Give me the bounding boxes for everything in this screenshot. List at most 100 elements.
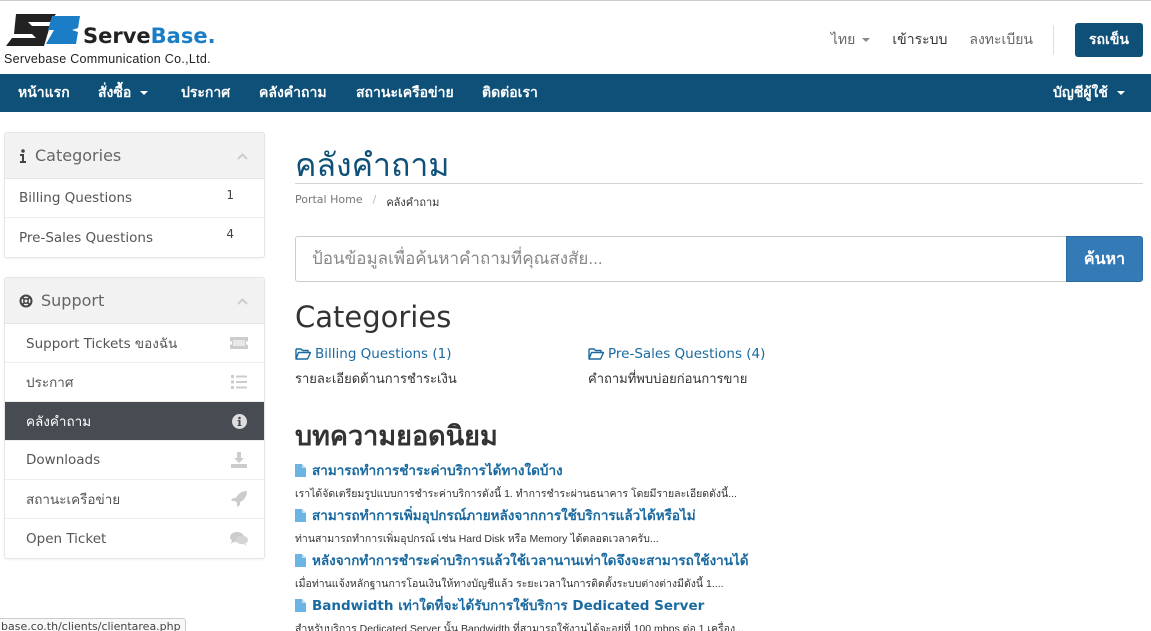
article-title: Bandwidth เท่าใดที่จะได้รับการใช้บริการ … [312,598,705,614]
caret-down-icon [140,91,149,95]
breadcrumb-home[interactable]: Portal Home [295,193,363,211]
rocket-icon [230,491,248,507]
support-item-label: Support Tickets ของฉัน [26,336,178,352]
login-link[interactable]: เข้าระบบ [892,29,947,51]
category-link-billing[interactable]: Billing Questions (1) [295,346,452,362]
support-item-label: คลังคำถาม [26,414,92,430]
article-item: หลังจากทำการชำระค่าบริการแล้วใช้เวลานานเ… [295,549,1143,592]
article-item: สามารถทำการเพิ่มอุปกรณ์ภายหลังจากการใช้บ… [295,504,1143,547]
list-icon [230,374,248,390]
support-item-label: สถานะเครือข่าย [26,492,121,508]
support-item-knowledgebase[interactable]: คลังคำถาม [5,402,264,441]
chevron-up-icon[interactable] [237,296,248,307]
nav-announcements-label: ประกาศ [181,84,231,100]
category-item-label: Pre-Sales Questions [19,229,153,246]
category-description: คำถามที่พบบ่อยก่อนการขาย [588,371,748,386]
article-link[interactable]: หลังจากทำการชำระค่าบริการแล้วใช้เวลานานเ… [295,549,1143,571]
support-item-label: ประกาศ [26,375,74,391]
nav-order-label: สั่งซื้อ [98,84,132,100]
category-description: รายละเอียดด้านการชำระเงิน [295,371,457,386]
comments-icon [230,530,248,546]
support-item-downloads[interactable]: Downloads [5,441,264,480]
nav-order[interactable]: สั่งซื้อ [98,74,149,112]
file-icon [295,463,306,477]
header-divider [1053,25,1054,55]
search-input[interactable] [295,236,1066,282]
article-link[interactable]: สามารถทำการชำระค่าบริการได้ทางใดบ้าง [295,459,1143,481]
file-icon [295,508,306,522]
popular-articles-heading: บทความยอดนิยม [295,421,498,452]
servebase-logo-icon [6,14,80,46]
brand-name: ServeBase. [83,24,216,48]
article-snippet: เราได้จัดเตรียมรูปแบบการชำระค่าบริการดัง… [295,488,737,500]
support-item-label: Open Ticket [26,530,107,547]
article-title: สามารถทำการชำระค่าบริการได้ทางใดบ้าง [312,463,563,479]
article-snippet: สำหรับบริการ Dedicated Server นั้น Bandw… [295,623,744,631]
caret-down-icon [1116,91,1125,95]
info-circle-icon [230,413,248,429]
ticket-icon [230,335,248,351]
company-name: Servebase Communication Co.,Ltd. [4,52,211,66]
knowledgebase-search: ค้นหา [295,236,1143,282]
header-actions: ไทย เข้าระบบ ลงทะเบียน รถเข็น [809,22,1143,58]
nav-network-status[interactable]: สถานะเครือข่าย [356,74,454,112]
category-count: 4 [226,227,234,241]
header: ServeBase. Servebase Communication Co.,L… [0,4,1151,74]
support-item-announcements[interactable]: ประกาศ [5,363,264,402]
breadcrumb-current: คลังคำถาม [386,196,440,209]
search-button[interactable]: ค้นหา [1066,236,1143,282]
article-snippet: ท่านสามารถทำการเพิ่มอุปกรณ์ เช่น Hard Di… [295,533,659,545]
categories-heading: Categories [295,300,452,334]
register-link[interactable]: ลงทะเบียน [969,29,1033,51]
support-item-my-tickets[interactable]: Support Tickets ของฉัน [5,324,264,363]
category-item-billing[interactable]: Billing Questions 1 [5,179,264,218]
article-item: สามารถทำการชำระค่าบริการได้ทางใดบ้าง เรา… [295,459,1143,502]
nav-knowledgebase[interactable]: คลังคำถาม [259,74,327,112]
category-item-presales[interactable]: Pre-Sales Questions 4 [5,218,264,257]
support-panel: Support Support Tickets ของฉัน ประกาศ คล… [4,277,265,559]
info-icon [20,148,26,163]
category-link-label: Billing Questions (1) [315,346,452,362]
category-link-label: Pre-Sales Questions (4) [608,346,766,362]
support-panel-header[interactable]: Support [5,278,264,324]
breadcrumb: Portal Home / คลังคำถาม [295,193,439,211]
support-panel-title: Support [41,291,105,310]
caret-down-icon [862,38,871,42]
browser-status-url: base.co.th/clients/clientarea.php [0,618,186,631]
cart-button[interactable]: รถเข็น [1075,23,1143,57]
article-item: Bandwidth เท่าใดที่จะได้รับการใช้บริการ … [295,594,1143,631]
category-link-presales[interactable]: Pre-Sales Questions (4) [588,346,765,362]
nav-network-status-label: สถานะเครือข่าย [356,84,454,100]
nav-home-label: หน้าแรก [18,84,70,100]
nav-account-label: บัญชีผู้ใช้ [1053,84,1108,100]
categories-panel-header[interactable]: Categories [5,133,264,179]
nav-contact[interactable]: ติดต่อเรา [482,74,538,112]
nav-knowledgebase-label: คลังคำถาม [259,84,327,100]
nav-home[interactable]: หน้าแรก [18,74,70,112]
nav-contact-label: ติดต่อเรา [482,84,538,100]
category-count: 1 [226,188,234,202]
article-link[interactable]: สามารถทำการเพิ่มอุปกรณ์ภายหลังจากการใช้บ… [295,504,1143,526]
life-ring-icon [19,294,33,307]
support-item-label: Downloads [26,452,101,468]
nav-account[interactable]: บัญชีผู้ใช้ [1053,74,1125,112]
support-item-open-ticket[interactable]: Open Ticket [5,519,264,558]
support-item-network-status[interactable]: สถานะเครือข่าย [5,480,264,519]
category-item-label: Billing Questions [19,190,133,206]
language-label: ไทย [830,31,856,47]
breadcrumb-separator: / [372,193,377,206]
article-link[interactable]: Bandwidth เท่าใดที่จะได้รับการใช้บริการ … [295,594,1143,616]
folder-open-icon [588,348,604,360]
article-title: หลังจากทำการชำระค่าบริการแล้วใช้เวลานานเ… [312,553,749,569]
language-dropdown[interactable]: ไทย [830,29,871,51]
file-icon [295,553,306,567]
folder-open-icon [295,348,311,360]
chevron-up-icon[interactable] [237,151,248,162]
nav-announcements[interactable]: ประกาศ [181,74,230,112]
main-navbar: หน้าแรก สั่งซื้อ ประกาศ คลังคำถาม สถานะเ… [0,74,1151,112]
logo[interactable]: ServeBase. Servebase Communication Co.,L… [4,14,224,68]
categories-panel: Categories Billing Questions 1 Pre-Sales… [4,132,265,258]
article-snippet: เมื่อท่านแจ้งหลักฐานการโอนเงินให้ทางบัญช… [295,578,724,590]
download-icon [230,452,248,468]
file-icon [295,598,306,612]
